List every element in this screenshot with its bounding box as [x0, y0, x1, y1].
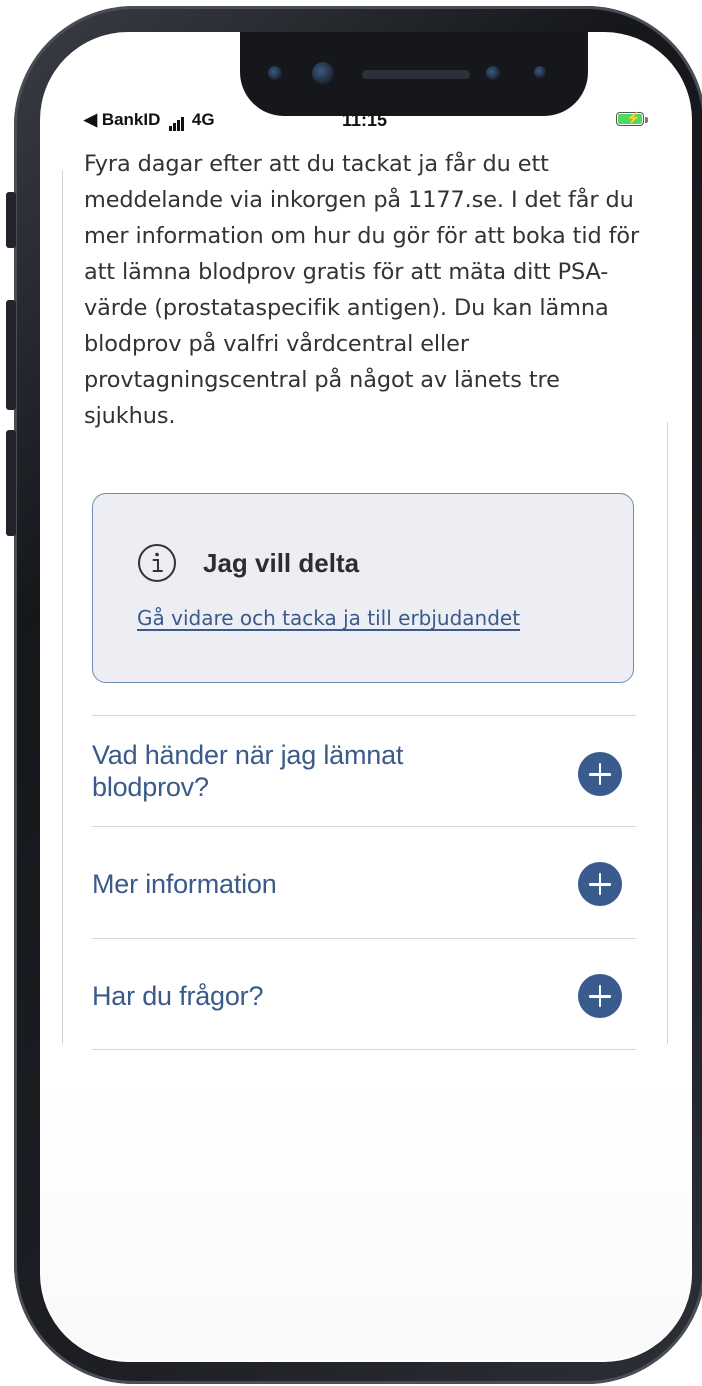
accordion-title: Vad händer när jag lämnat blodprov?	[92, 740, 404, 802]
status-bar: ◀ BankID 4G 11:15 ⚡	[84, 108, 664, 136]
status-time: 11:15	[342, 110, 388, 130]
accordion-item-questions[interactable]: Har du frågor?	[92, 939, 636, 1049]
accordion-item-after-blood-test[interactable]: Vad händer när jag lämnat blodprov?	[92, 716, 636, 826]
volume-up-button	[6, 300, 16, 410]
expand-plus-icon[interactable]	[578, 974, 622, 1018]
screen-bottom-area	[40, 1080, 692, 1360]
content-border-left	[62, 170, 63, 1044]
notch	[240, 32, 588, 116]
volume-down-button	[6, 430, 16, 536]
silent-switch	[6, 192, 16, 248]
sensor-dot	[534, 66, 546, 78]
participate-card: Jag vill delta Gå vidare och tacka ja ti…	[92, 493, 634, 683]
signal-strength-icon	[169, 111, 185, 131]
sensor-dot	[486, 66, 500, 80]
network-type: 4G	[191, 110, 215, 129]
back-arrow-icon: ◀	[84, 110, 98, 129]
expand-plus-icon[interactable]	[578, 752, 622, 796]
front-camera	[312, 62, 334, 84]
expand-plus-icon[interactable]	[578, 862, 622, 906]
content-border-right	[667, 422, 668, 1044]
back-app-name: BankID	[101, 110, 161, 129]
accordion-item-more-information[interactable]: Mer information	[92, 827, 636, 938]
earpiece-speaker	[362, 70, 470, 79]
back-to-app[interactable]: ◀ BankID 4G	[84, 110, 215, 131]
accept-offer-link[interactable]: Gå vidare och tacka ja till erbjudandet	[137, 606, 520, 630]
battery-icon: ⚡	[616, 111, 644, 126]
charging-bolt-icon: ⚡	[626, 111, 641, 125]
battery-cap	[645, 117, 648, 123]
participate-title: Jag vill delta	[203, 548, 360, 578]
accordion-title: Har du frågor?	[92, 981, 264, 1011]
accordion-divider	[92, 1049, 636, 1050]
battery-level: ⚡	[618, 111, 642, 125]
info-icon	[138, 544, 176, 582]
accordion-title: Mer information	[92, 869, 277, 899]
sensor-dot	[268, 66, 282, 80]
intro-paragraph: Fyra dagar efter att du tackat ja får du…	[84, 151, 640, 429]
stage: ◀ BankID 4G 11:15 ⚡ Fyra dagar efter att…	[0, 0, 702, 1386]
